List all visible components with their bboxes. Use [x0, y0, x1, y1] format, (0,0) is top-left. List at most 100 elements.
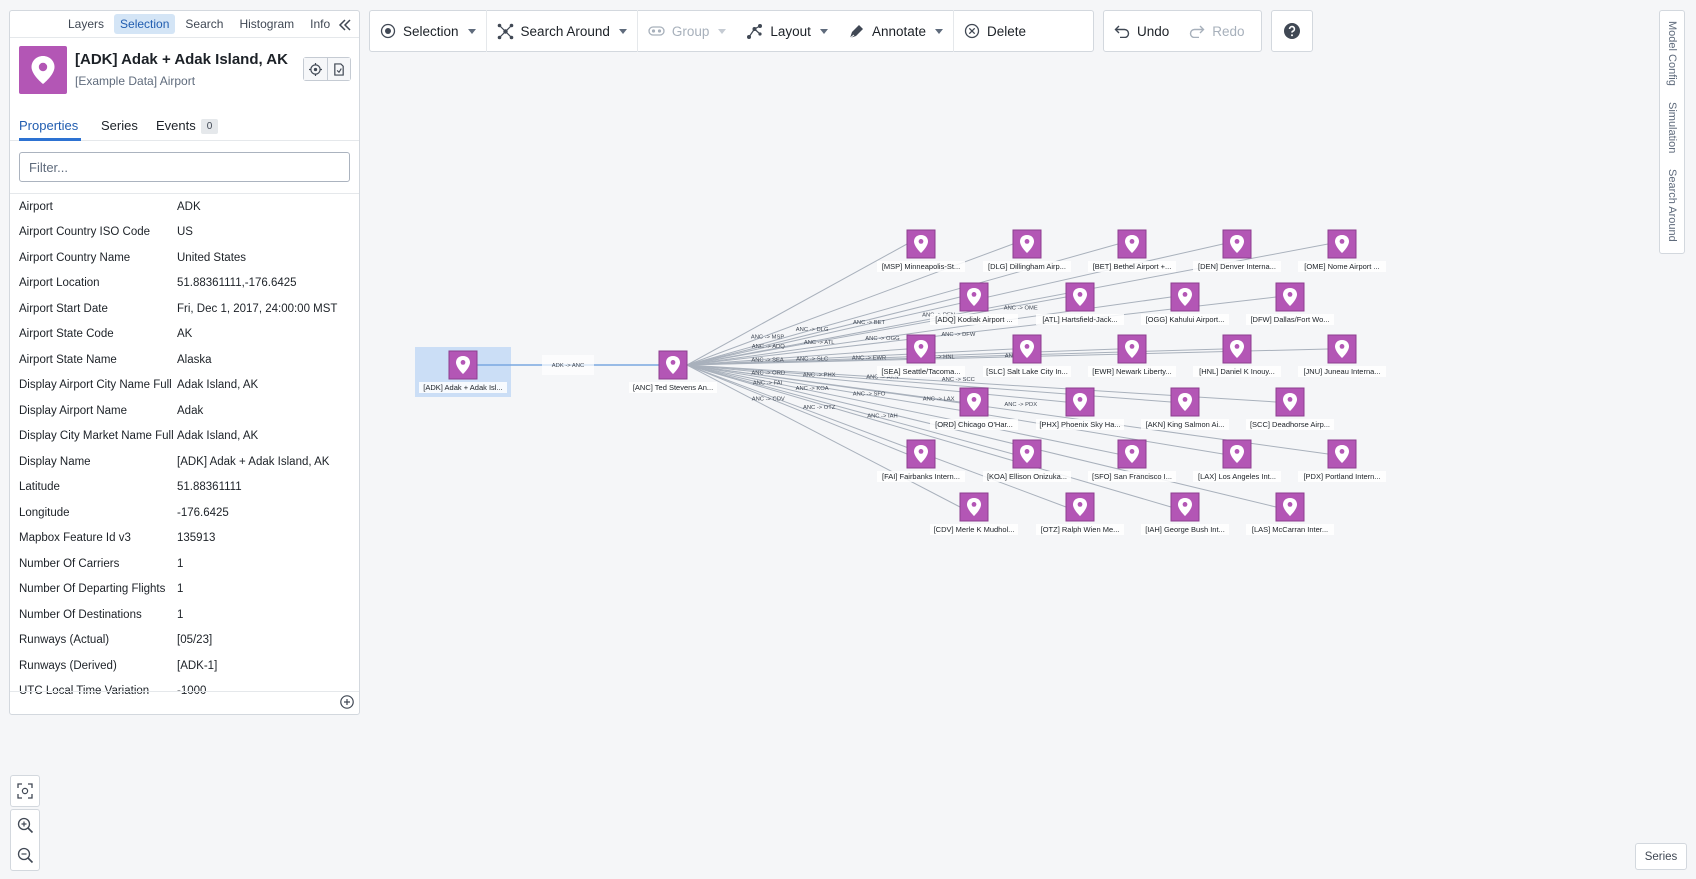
node-destination[interactable]: [DFW] Dallas/Fort Wo... — [1246, 282, 1334, 325]
node-destination[interactable]: [PHX] Phoenix Sky Ha... — [1036, 387, 1124, 430]
node-destination[interactable]: [BET] Bethel Airport +... — [1088, 229, 1176, 272]
node-destination[interactable]: [MSP] Minneapolis-St... — [877, 229, 965, 272]
caret-down-icon — [718, 28, 727, 34]
node-label: [HNL] Daniel K Inouy... — [1199, 367, 1275, 376]
node-destination[interactable]: [PDX] Portland Intern... — [1298, 439, 1386, 482]
edge-route[interactable] — [686, 364, 961, 508]
zoom-out-button[interactable] — [11, 840, 39, 870]
node-adk[interactable]: [ADK] Adak + Adak Isl... — [419, 350, 507, 393]
node-destination[interactable]: [ADQ] Kodiak Airport ... — [930, 282, 1018, 325]
zoom-in-button[interactable] — [11, 810, 39, 840]
tab-events[interactable]: Events 0 — [156, 118, 219, 134]
tab-search[interactable]: Search — [179, 14, 229, 34]
selection-button[interactable]: Selection — [370, 11, 486, 51]
node-destination[interactable]: [OTZ] Ralph Wien Me... — [1036, 492, 1124, 535]
add-property-icon[interactable] — [339, 694, 355, 710]
rail-search-around[interactable]: Search Around — [1666, 169, 1678, 242]
node-label: [SFO] San Francisco I... — [1092, 472, 1172, 481]
layout-button[interactable]: Layout — [736, 11, 838, 51]
caret-down-icon — [934, 28, 943, 34]
annotate-pen-icon — [849, 24, 863, 38]
edge-route[interactable] — [686, 364, 908, 455]
node-label: [FAI] Fairbanks Intern... — [882, 472, 960, 481]
edge-route[interactable] — [686, 364, 1172, 508]
node-destination[interactable]: [DEN] Denver Interna... — [1193, 229, 1281, 272]
node-destination[interactable]: [ATL] Hartsfield-Jack... — [1036, 282, 1124, 325]
node-destination[interactable]: [SFO] San Francisco I... — [1088, 439, 1176, 482]
locate-button[interactable] — [304, 58, 327, 80]
tab-histogram[interactable]: Histogram — [233, 14, 300, 34]
tab-series[interactable]: Series — [101, 118, 138, 133]
collapse-panel-icon[interactable] — [337, 17, 353, 33]
tab-info[interactable]: Info — [304, 14, 336, 34]
edge-route[interactable] — [686, 243, 908, 366]
delete-button[interactable]: Delete — [954, 11, 1036, 51]
node-destination[interactable]: [JNU] Juneau Interna... — [1298, 334, 1386, 377]
node-destination[interactable]: [EWR] Newark Liberty... — [1088, 334, 1176, 377]
zoom-controls — [10, 809, 40, 871]
map-pin-dot — [918, 239, 924, 244]
edge-route[interactable] — [686, 364, 1067, 508]
map-pin-dot — [1024, 239, 1030, 244]
property-value: Adak Island, AK — [177, 379, 259, 392]
map-pin-dot — [1287, 292, 1293, 297]
map-pin-dot — [971, 292, 977, 297]
edge-route[interactable] — [686, 296, 1067, 366]
undo-button[interactable]: Undo — [1104, 11, 1179, 51]
property-key: Mapbox Feature Id v3 — [19, 532, 131, 545]
node-destination[interactable]: [DLG] Dillingham Airp... — [983, 229, 1071, 272]
group-button[interactable]: Group — [638, 11, 737, 51]
zoom-out-icon — [17, 847, 33, 863]
property-key: Display Name — [19, 455, 91, 468]
annotate-button[interactable]: Annotate — [838, 11, 953, 51]
node-destination[interactable]: [IAH] George Bush Int... — [1141, 492, 1229, 535]
node-label: [MSP] Minneapolis-St... — [882, 262, 960, 271]
property-row: Airport Country Name United States — [19, 245, 351, 271]
property-value: 135913 — [177, 532, 216, 545]
open-object-button[interactable] — [327, 58, 350, 80]
selection-panel: Layers Selection Search Histogram Info [… — [9, 10, 360, 715]
node-destination[interactable]: [KOA] Ellison Onizuka... — [983, 439, 1071, 482]
property-key: Latitude — [19, 481, 60, 494]
property-row: Airport State Name Alaska — [19, 347, 351, 373]
property-key: Airport State Code — [19, 328, 114, 341]
redo-button[interactable]: Redo — [1179, 11, 1254, 51]
node-destination[interactable]: [LAS] McCarran Inter... — [1246, 492, 1334, 535]
property-row: Number Of Destinations 1 — [19, 602, 351, 628]
node-destination[interactable]: [SCC] Deadhorse Airp... — [1246, 387, 1334, 430]
help-button[interactable] — [1271, 10, 1313, 52]
header-actions — [303, 57, 351, 81]
node-label: [ADK] Adak + Adak Isl... — [423, 383, 502, 392]
tab-selection[interactable]: Selection — [114, 14, 176, 34]
rail-simulation[interactable]: Simulation — [1666, 102, 1678, 153]
selection-button-label: Selection — [403, 23, 459, 39]
map-pin-dot — [971, 502, 977, 507]
node-label: [SCC] Deadhorse Airp... — [1250, 420, 1330, 429]
layout-icon — [747, 23, 763, 39]
fit-view-control — [10, 775, 40, 807]
node-destination[interactable]: [CDV] Merle K Mudhol... — [930, 492, 1018, 535]
node-destination[interactable]: [FAI] Fairbanks Intern... — [877, 439, 965, 482]
node-label: [AKN] King Salmon Ai... — [1146, 420, 1225, 429]
edge-route[interactable] — [686, 364, 1277, 508]
property-filter-input[interactable] — [19, 152, 350, 182]
fit-to-screen-button[interactable] — [11, 776, 39, 806]
tab-layers[interactable]: Layers — [62, 14, 110, 34]
help-icon — [1284, 23, 1300, 39]
search-around-button[interactable]: Search Around — [487, 11, 637, 51]
map-pin-dot — [1129, 239, 1135, 244]
node-destination[interactable]: [HNL] Daniel K Inouy... — [1193, 334, 1281, 377]
right-rail: Model Config Simulation Search Around — [1659, 10, 1685, 254]
tab-properties[interactable]: Properties — [19, 118, 78, 133]
undo-button-label: Undo — [1137, 23, 1170, 39]
property-row: Longitude -176.6425 — [19, 500, 351, 526]
map-pin-dot — [1182, 292, 1188, 297]
map-pin-dot — [1339, 344, 1345, 349]
node-destination[interactable]: [OME] Nome Airport ... — [1298, 229, 1386, 272]
node-label: [OGG] Kahului Airport... — [1146, 315, 1225, 324]
node-destination[interactable]: [LAX] Los Angeles Int... — [1193, 439, 1281, 482]
property-row: Number Of Carriers 1 — [19, 551, 351, 577]
series-drawer-button[interactable]: Series — [1635, 843, 1687, 870]
zoom-in-icon — [17, 817, 33, 833]
rail-model-config[interactable]: Model Config — [1666, 21, 1678, 86]
